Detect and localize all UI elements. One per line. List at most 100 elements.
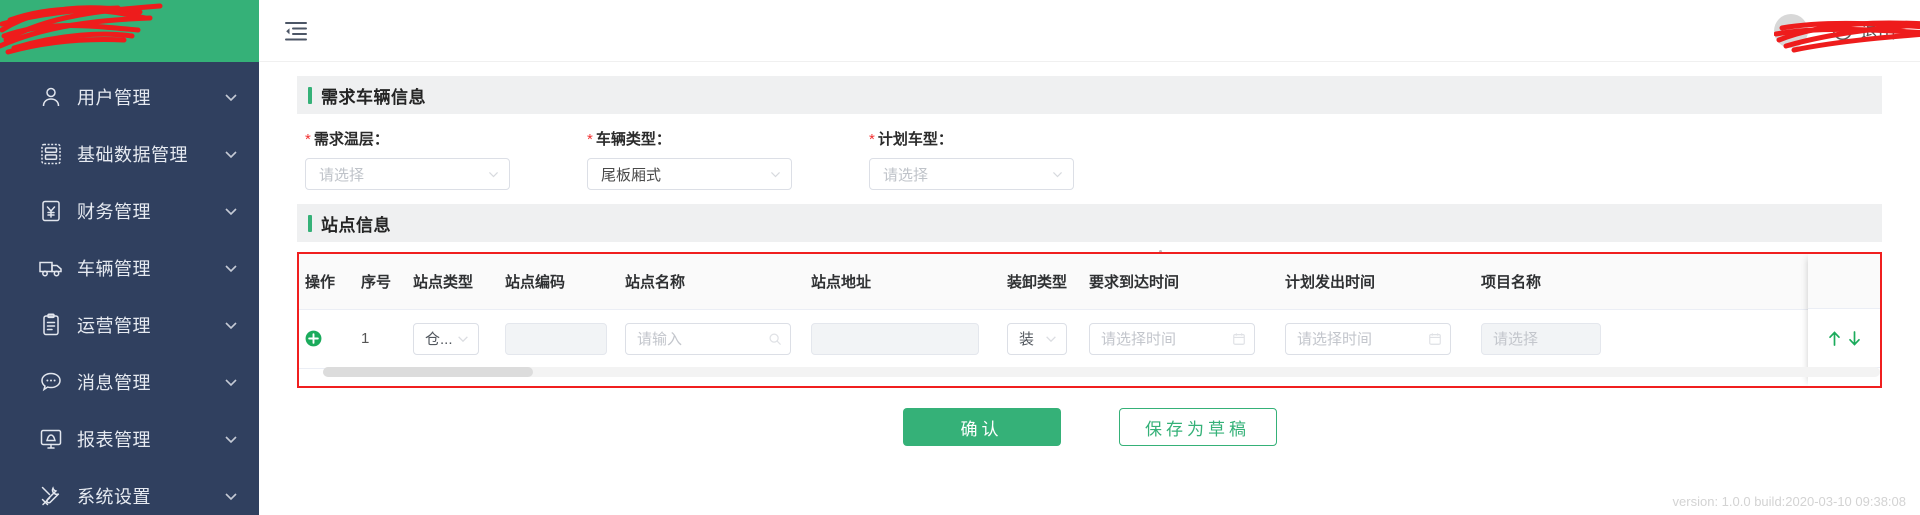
cell-index: 1 — [355, 309, 407, 369]
label-text: 车辆类型： — [595, 131, 671, 148]
select-value: 请选择 — [319, 166, 365, 184]
site-type-select[interactable]: 仓... — [413, 322, 479, 355]
user-icon — [38, 84, 64, 110]
chevron-down-icon — [225, 492, 237, 500]
sidebar-item-label: 系统设置 — [77, 486, 151, 507]
select-value: 尾板厢式 — [601, 166, 662, 184]
field-planned-model: * 计划车型： 请选择 — [869, 128, 1151, 190]
cell-depart-time: 请选择时间 — [1279, 309, 1475, 369]
input-placeholder: 请选择时间 — [1297, 331, 1373, 348]
sidebar-item-user-management[interactable]: 用户管理 — [0, 68, 259, 125]
col-action: 操作 — [299, 254, 355, 310]
sidebar-item-report-management[interactable]: 报表管理 — [0, 410, 259, 467]
input-placeholder: 请输入 — [637, 331, 683, 348]
sidebar-item-vehicle-management[interactable]: 车辆管理 — [0, 239, 259, 296]
sidebar-item-basic-data-management[interactable]: 基础数据管理 — [0, 125, 259, 182]
section-accent-bar — [308, 214, 312, 232]
required-marker: * — [587, 131, 593, 148]
sidebar-item-label: 基础数据管理 — [77, 144, 188, 165]
cell-site-type: 仓... — [407, 309, 499, 369]
truck-icon — [38, 255, 64, 281]
section-header-vehicle: 需求车辆信息 — [297, 76, 1882, 114]
load-type-select[interactable]: 装 — [1007, 322, 1067, 355]
chevron-down-icon — [225, 93, 237, 101]
sidebar-item-system-settings[interactable]: 系统设置 — [0, 467, 259, 515]
calendar-icon — [1429, 332, 1441, 345]
depart-time-picker[interactable]: 请选择时间 — [1285, 322, 1451, 355]
report-icon — [38, 426, 64, 452]
field-temperature-layer: * 需求温层： 请选择 — [305, 128, 587, 190]
sidebar-nav: 用户管理 基础数据管理 财务管理 车辆管理 运营管理 消息管理 报表管理 系统设… — [0, 62, 259, 515]
menu-fold-icon[interactable] — [281, 16, 311, 46]
app-root: 用户管理 基础数据管理 财务管理 车辆管理 运营管理 消息管理 报表管理 系统设… — [0, 0, 1920, 515]
sidebar-item-label: 车辆管理 — [77, 258, 151, 279]
scrollbar-thumb[interactable] — [323, 367, 533, 377]
search-icon[interactable] — [768, 332, 782, 346]
fixed-col-body — [1808, 309, 1880, 368]
chevron-down-icon — [225, 435, 237, 443]
finance-icon — [38, 198, 64, 224]
chevron-down-icon — [1046, 335, 1056, 342]
chevron-down-icon — [225, 378, 237, 386]
sidebar-item-finance-management[interactable]: 财务管理 — [0, 182, 259, 239]
sidebar-item-operation-management[interactable]: 运营管理 — [0, 296, 259, 353]
save-draft-button[interactable]: 保存为草稿 — [1118, 408, 1277, 446]
avatar[interactable] — [1774, 13, 1808, 48]
arrive-time-picker[interactable]: 请选择时间 — [1089, 322, 1255, 355]
logout-button[interactable]: 退出 — [1832, 18, 1896, 44]
cell-site-code — [499, 309, 619, 369]
chevron-down-icon — [771, 171, 780, 177]
temperature-layer-select[interactable]: 请选择 — [305, 158, 510, 190]
add-circle-icon[interactable] — [305, 330, 322, 347]
cell-site-name: 请输入 — [619, 309, 805, 369]
col-site-type: 站点类型 — [407, 254, 499, 310]
select-value: 仓... — [425, 331, 453, 348]
required-marker: * — [305, 131, 311, 148]
sidebar-item-message-management[interactable]: 消息管理 — [0, 353, 259, 410]
cell-load-type: 装 — [1001, 309, 1083, 369]
table-header-row: 操作 序号 站点类型 站点编码 站点名称 站点地址 装卸类型 要求到达时间 计划… — [299, 254, 1880, 310]
main-area: 退出 需求车辆信息 * 需求温层： 请选择 * 车辆类型： 尾板厢式 * 计划车… — [259, 0, 1920, 515]
planned-model-select[interactable]: 请选择 — [869, 158, 1074, 190]
power-icon — [1832, 20, 1853, 41]
cell-site-address — [805, 309, 1001, 369]
brand-logo[interactable] — [0, 0, 259, 62]
confirm-button[interactable]: 确认 — [902, 408, 1061, 446]
select-value: 请选择 — [883, 166, 929, 184]
calendar-icon — [1233, 332, 1245, 345]
chevron-down-icon — [225, 150, 237, 158]
content-area: 需求车辆信息 * 需求温层： 请选择 * 车辆类型： 尾板厢式 * 计划车型： … — [259, 62, 1920, 515]
input-placeholder: 请选择时间 — [1101, 331, 1177, 348]
col-project-name: 项目名称 — [1475, 254, 1655, 310]
chevron-down-icon — [225, 321, 237, 329]
sidebar-item-label: 消息管理 — [77, 372, 151, 393]
label-text: 计划车型： — [877, 131, 953, 148]
cell-project-name: 请选择 — [1475, 309, 1655, 369]
arrow-down-icon[interactable] — [1847, 330, 1862, 347]
top-bar: 退出 — [259, 0, 1920, 62]
project-name-select[interactable]: 请选择 — [1481, 322, 1601, 355]
sidebar-item-label: 用户管理 — [77, 87, 151, 108]
fixed-col-header — [1808, 254, 1880, 309]
col-index: 序号 — [355, 254, 407, 310]
vehicle-type-select[interactable]: 尾板厢式 — [587, 158, 792, 190]
arrow-up-icon[interactable] — [1827, 330, 1842, 347]
site-address-input[interactable] — [811, 322, 979, 355]
cell-arrive-time: 请选择时间 — [1083, 309, 1279, 369]
site-name-input[interactable]: 请输入 — [625, 322, 791, 355]
chevron-down-icon — [225, 264, 237, 272]
required-marker: * — [869, 131, 875, 148]
section-title: 站点信息 — [321, 215, 391, 235]
site-code-input[interactable] — [505, 322, 607, 355]
logo-redaction — [0, 3, 163, 55]
topbar-user-area: 退出 — [1774, 13, 1920, 52]
section-header-site: 站点信息 — [297, 204, 1882, 242]
table-horizontal-scrollbar[interactable] — [323, 367, 1880, 377]
version-label: version: 1.0.0 build:2020-03-10 09:38:08 — [1672, 494, 1906, 509]
table-row: 1 仓... 请输入 装 请选择时间 请选择时间 请选择 — [299, 309, 1880, 369]
col-load-type: 装卸类型 — [1001, 254, 1083, 310]
label-text: 需求温层： — [313, 131, 389, 148]
field-vehicle-type: * 车辆类型： 尾板厢式 — [587, 128, 869, 190]
section-title: 需求车辆信息 — [321, 87, 426, 107]
site-table: 操作 序号 站点类型 站点编码 站点名称 站点地址 装卸类型 要求到达时间 计划… — [299, 254, 1880, 369]
